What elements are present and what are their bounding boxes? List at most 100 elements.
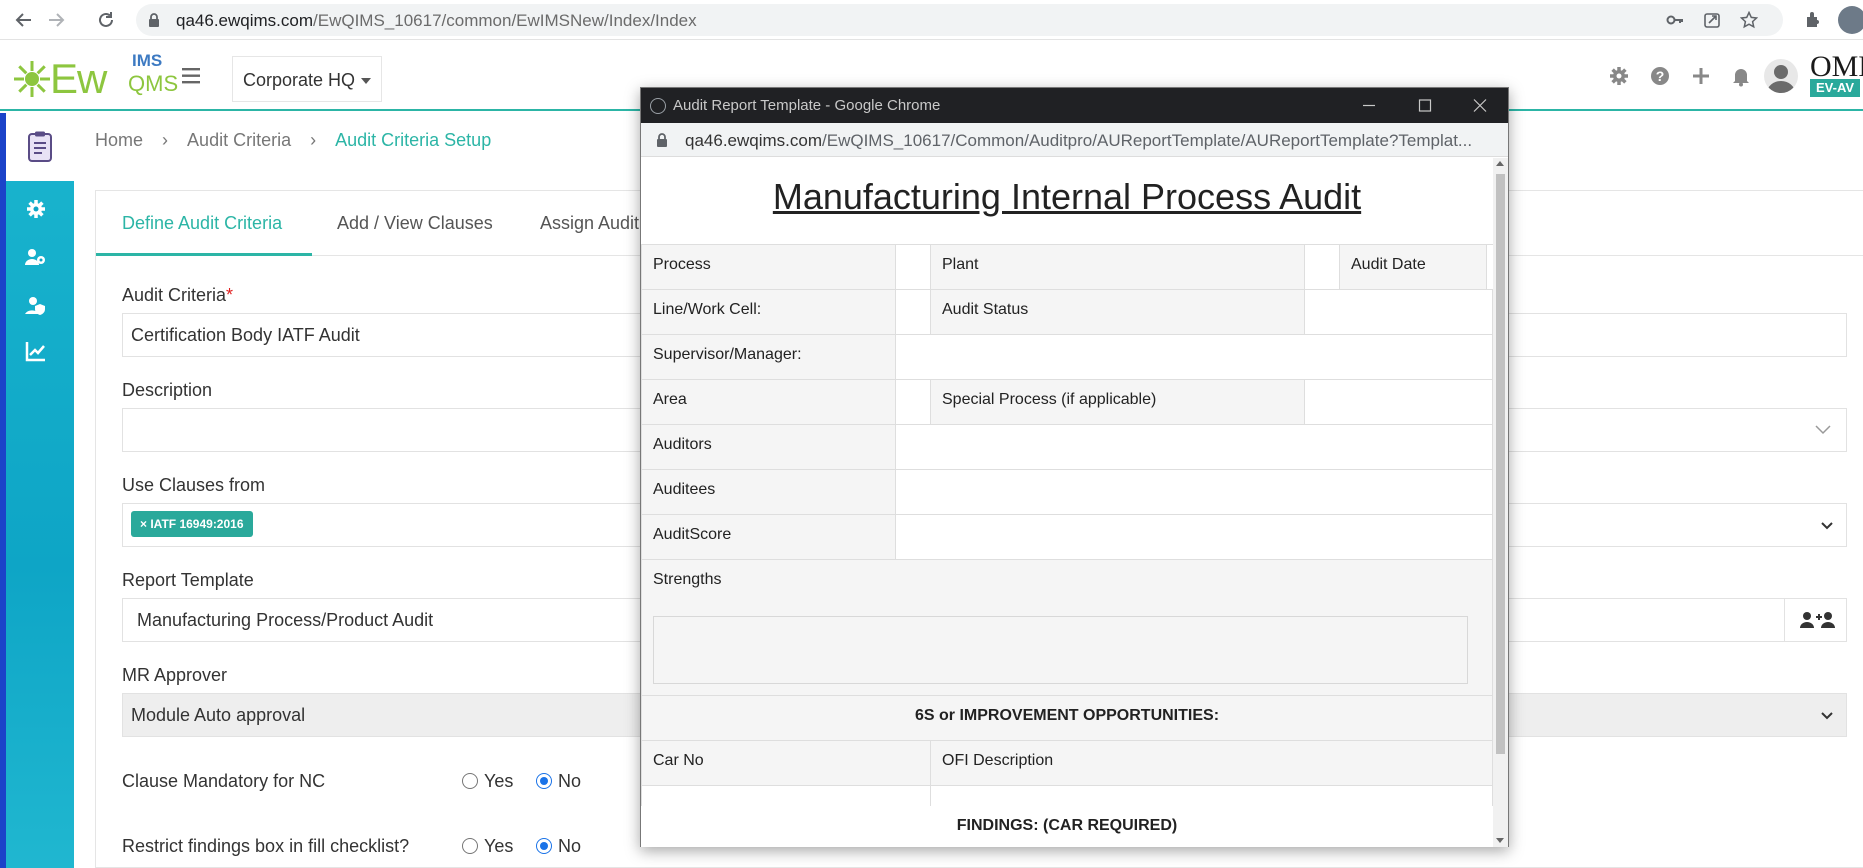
arrow-left-icon: [15, 13, 31, 27]
breadcrumb: Home › Audit Criteria › Audit Criteria S…: [95, 130, 491, 151]
clipboard-icon: [28, 131, 52, 162]
extensions-icon[interactable]: [1803, 10, 1823, 30]
description-label: Description: [122, 380, 213, 400]
logo-qms: QMS: [128, 71, 179, 96]
minimize-icon: [1363, 104, 1375, 107]
report-template-label: Report Template: [122, 570, 254, 590]
tab-define-audit-criteria[interactable]: Define Audit Criteria: [122, 213, 282, 234]
share-icon[interactable]: [1703, 11, 1721, 29]
use-clauses-label: Use Clauses from: [122, 475, 266, 495]
restrict-findings-no-label[interactable]: No: [558, 836, 581, 857]
globe-icon: [650, 98, 666, 114]
special-process-value[interactable]: [1304, 379, 1493, 425]
line-work-cell-label: Line/Work Cell:: [641, 289, 896, 335]
close-icon: [1473, 99, 1487, 112]
audit-score-label: AuditScore: [641, 514, 896, 560]
restrict-findings-yes-label[interactable]: Yes: [484, 836, 513, 857]
popup-window-title: Audit Report Template - Google Chrome: [673, 97, 941, 114]
findings-header: FINDINGS: (CAR REQUIRED): [641, 806, 1493, 847]
strengths-label: Strengths: [641, 559, 1493, 605]
forward-button[interactable]: [44, 8, 68, 32]
auditees-value[interactable]: [895, 469, 1493, 515]
breadcrumb-audit-criteria[interactable]: Audit Criteria: [187, 130, 291, 151]
close-button[interactable]: [1452, 88, 1508, 123]
clause-tag[interactable]: × IATF 16949:2016: [131, 511, 253, 537]
audit-criteria-label: Audit Criteria*: [122, 285, 234, 305]
chart-line-icon[interactable]: [24, 339, 48, 363]
tab-assign-audit[interactable]: Assign Audit: [540, 213, 639, 234]
report-body: Manufacturing Internal Process Audit Pro…: [641, 158, 1493, 847]
special-process-label: Special Process (if applicable): [930, 379, 1305, 425]
profile-avatar[interactable]: [1838, 6, 1863, 34]
breadcrumb-home[interactable]: Home: [95, 130, 143, 151]
plant-value[interactable]: [1304, 244, 1340, 290]
hamburger-menu-icon[interactable]: [182, 67, 204, 85]
chevron-down-icon: [1821, 522, 1833, 530]
clause-mandatory-yes-radio[interactable]: [462, 773, 478, 789]
audit-date-value[interactable]: [1486, 244, 1493, 290]
strengths-textarea[interactable]: [653, 616, 1468, 684]
scrollbar-thumb[interactable]: [1496, 174, 1505, 754]
user-shield-icon[interactable]: [24, 293, 48, 317]
auditors-value[interactable]: [895, 424, 1493, 470]
plus-icon[interactable]: [1690, 65, 1712, 87]
restrict-findings-yes-radio[interactable]: [462, 838, 478, 854]
audit-status-label: Audit Status: [930, 289, 1305, 335]
company-selector[interactable]: Corporate HQ: [232, 56, 382, 102]
maximize-button[interactable]: [1397, 88, 1453, 123]
back-button[interactable]: [12, 8, 36, 32]
gear-icon[interactable]: [24, 197, 48, 221]
popup-address-bar: qa46.ewqims.com/EwQIMS_10617/Common/Audi…: [641, 123, 1508, 157]
scroll-up-arrow-icon[interactable]: [1496, 161, 1504, 166]
chevron-right-icon: ›: [162, 130, 169, 150]
sidebar-stripe: [0, 113, 6, 868]
key-icon[interactable]: [1666, 11, 1684, 29]
ofi-description-header: OFI Description: [930, 740, 1493, 786]
tab-add-view-clauses[interactable]: Add / View Clauses: [337, 213, 493, 234]
question-icon[interactable]: ?: [1649, 65, 1671, 87]
chevron-down-icon: [1815, 425, 1831, 435]
supervisor-label: Supervisor/Manager:: [641, 334, 896, 380]
minimize-button[interactable]: [1341, 88, 1397, 123]
clause-mandatory-no-label[interactable]: No: [558, 771, 581, 792]
bell-icon[interactable]: [1730, 65, 1752, 87]
lock-icon: [657, 133, 667, 147]
audit-score-value[interactable]: [895, 514, 1493, 560]
avatar[interactable]: [1764, 59, 1798, 93]
users-gear-icon[interactable]: [24, 245, 48, 269]
reload-button[interactable]: [94, 8, 118, 32]
report-title: Manufacturing Internal Process Audit: [772, 176, 1362, 217]
lock-icon: [149, 13, 159, 27]
browser-toolbar: qa46.ewqims.com/EwQIMS_10617/common/EwIM…: [0, 0, 1863, 40]
auditors-label: Auditors: [641, 424, 896, 470]
active-tab-indicator: [96, 253, 312, 256]
address-bar[interactable]: qa46.ewqims.com/EwQIMS_10617/common/EwIM…: [136, 4, 1783, 36]
mr-approver-label: MR Approver: [122, 665, 228, 685]
clause-mandatory-no-radio[interactable]: [536, 773, 552, 789]
assign-users-button[interactable]: [1784, 599, 1846, 641]
report-template-popup: Audit Report Template - Google Chrome qa…: [640, 87, 1509, 847]
restrict-findings-row: Restrict findings box in fill checklist?…: [122, 836, 622, 860]
line-work-cell-value[interactable]: [895, 289, 931, 335]
improvement-header: 6S or IMPROVEMENT OPPORTUNITIES:: [641, 695, 1493, 741]
sidebar-item-audit[interactable]: [6, 113, 74, 181]
popup-titlebar[interactable]: Audit Report Template - Google Chrome: [641, 88, 1508, 123]
area-value[interactable]: [895, 379, 931, 425]
audit-status-value[interactable]: [1304, 289, 1493, 335]
star-icon[interactable]: [1740, 11, 1758, 29]
chevron-right-icon: ›: [310, 130, 317, 150]
auditees-label: Auditees: [641, 469, 896, 515]
restrict-findings-no-radio[interactable]: [536, 838, 552, 854]
address-url: qa46.ewqims.com/EwQIMS_10617/common/EwIM…: [176, 11, 697, 30]
scroll-down-arrow-icon[interactable]: [1496, 838, 1504, 843]
clause-mandatory-yes-label[interactable]: Yes: [484, 771, 513, 792]
popup-scrollbar[interactable]: [1493, 158, 1508, 847]
breadcrumb-current: Audit Criteria Setup: [335, 130, 492, 150]
user-plus-icon: [1800, 612, 1835, 628]
logo[interactable]: Ew IMS QMS: [14, 51, 178, 102]
process-value[interactable]: [895, 244, 931, 290]
gear-icon[interactable]: [1608, 65, 1630, 87]
supervisor-value[interactable]: [895, 334, 1493, 380]
restrict-findings-label: Restrict findings box in fill checklist?: [122, 836, 410, 856]
maximize-icon: [1418, 99, 1432, 112]
